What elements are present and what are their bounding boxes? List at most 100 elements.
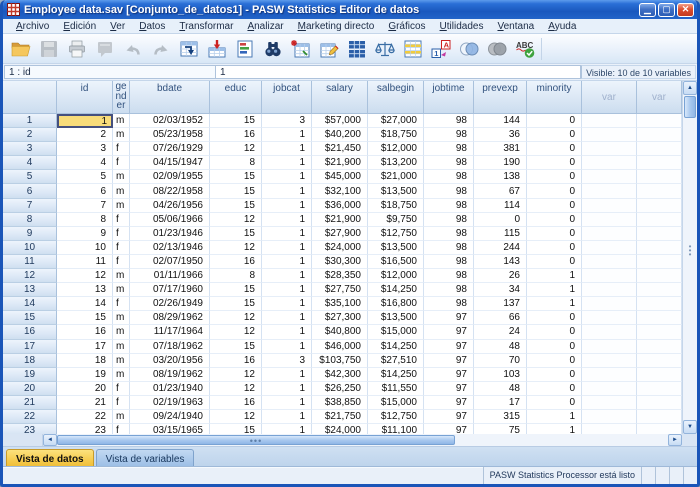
cell-r2-bdate[interactable]: 05/23/1958 (130, 128, 210, 142)
column-header-var1[interactable]: var (582, 81, 637, 114)
cell-r20-prevexp[interactable]: 48 (474, 382, 527, 396)
cell-r7-minority[interactable]: 0 (527, 199, 582, 213)
cell-r7-educ[interactable]: 15 (210, 199, 262, 213)
column-header-salary[interactable]: salary (312, 81, 368, 114)
cell-r21-id[interactable]: 21 (57, 396, 113, 410)
cell-r4-var[interactable] (637, 156, 682, 170)
cell-r16-id[interactable]: 16 (57, 325, 113, 339)
cell-r23-jobcat[interactable]: 1 (262, 424, 312, 434)
undo-button[interactable] (119, 36, 147, 62)
cell-r23-prevexp[interactable]: 75 (474, 424, 527, 434)
cell-r11-prevexp[interactable]: 143 (474, 255, 527, 269)
column-header-id[interactable]: id (57, 81, 113, 114)
cell-r11-gender[interactable]: f (113, 255, 130, 269)
column-header-prevexp[interactable]: prevexp (474, 81, 527, 114)
use-variable-sets-button[interactable] (455, 36, 483, 62)
cell-r16-salbegin[interactable]: $15,000 (368, 325, 424, 339)
cell-r14-salary[interactable]: $35,100 (312, 297, 368, 311)
cell-r5-salbegin[interactable]: $21,000 (368, 170, 424, 184)
cell-r19-prevexp[interactable]: 103 (474, 368, 527, 382)
cell-r16-prevexp[interactable]: 24 (474, 325, 527, 339)
scroll-up-icon[interactable]: ▲ (683, 81, 697, 95)
cell-r19-gender[interactable]: m (113, 368, 130, 382)
cell-r12-salbegin[interactable]: $12,000 (368, 269, 424, 283)
cell-r3-prevexp[interactable]: 381 (474, 142, 527, 156)
cell-r22-educ[interactable]: 12 (210, 410, 262, 424)
horizontal-scroll-thumb[interactable]: ••• (57, 435, 455, 445)
cell-r14-id[interactable]: 14 (57, 297, 113, 311)
redo-button[interactable] (147, 36, 175, 62)
cell-r7-jobtime[interactable]: 98 (424, 199, 474, 213)
row-header-20[interactable]: 20 (3, 382, 57, 396)
cell-r4-prevexp[interactable]: 190 (474, 156, 527, 170)
cell-r21-bdate[interactable]: 02/19/1963 (130, 396, 210, 410)
cell-r9-id[interactable]: 9 (57, 227, 113, 241)
cell-r21-jobtime[interactable]: 97 (424, 396, 474, 410)
cell-r5-jobcat[interactable]: 1 (262, 170, 312, 184)
cell-r23-minority[interactable]: 1 (527, 424, 582, 434)
cell-r12-prevexp[interactable]: 26 (474, 269, 527, 283)
cell-r5-minority[interactable]: 0 (527, 170, 582, 184)
cell-r10-minority[interactable]: 0 (527, 241, 582, 255)
cell-r18-jobcat[interactable]: 3 (262, 354, 312, 368)
cell-r11-minority[interactable]: 0 (527, 255, 582, 269)
close-button[interactable]: ✕ (677, 3, 694, 17)
row-header-6[interactable]: 6 (3, 184, 57, 198)
cell-r12-bdate[interactable]: 01/11/1966 (130, 269, 210, 283)
show-all-variables-button[interactable] (483, 36, 511, 62)
cell-r12-var[interactable] (582, 269, 637, 283)
cell-r4-salbegin[interactable]: $13,200 (368, 156, 424, 170)
cell-r1-jobtime[interactable]: 98 (424, 114, 474, 128)
cell-r15-prevexp[interactable]: 66 (474, 311, 527, 325)
cell-r10-prevexp[interactable]: 244 (474, 241, 527, 255)
cell-r4-gender[interactable]: f (113, 156, 130, 170)
variables-button[interactable] (231, 36, 259, 62)
cell-r9-educ[interactable]: 15 (210, 227, 262, 241)
cell-r12-educ[interactable]: 8 (210, 269, 262, 283)
scroll-left-icon[interactable]: ◄ (43, 434, 57, 446)
recall-dialogs-button[interactable] (91, 36, 119, 62)
cell-r19-id[interactable]: 19 (57, 368, 113, 382)
cell-r16-educ[interactable]: 12 (210, 325, 262, 339)
row-header-21[interactable]: 21 (3, 396, 57, 410)
cell-r3-var[interactable] (637, 142, 682, 156)
cell-r1-salbegin[interactable]: $27,000 (368, 114, 424, 128)
cell-r17-gender[interactable]: m (113, 340, 130, 354)
cell-r21-salary[interactable]: $38,850 (312, 396, 368, 410)
cell-r2-gender[interactable]: m (113, 128, 130, 142)
cell-r6-salary[interactable]: $32,100 (312, 184, 368, 198)
minimize-button[interactable]: ▁ (639, 3, 656, 17)
row-header-3[interactable]: 3 (3, 142, 57, 156)
selected-cell[interactable]: 1 (57, 114, 113, 128)
cell-r18-var[interactable] (582, 354, 637, 368)
cell-r21-prevexp[interactable]: 17 (474, 396, 527, 410)
cell-r9-prevexp[interactable]: 115 (474, 227, 527, 241)
cell-r2-var[interactable] (582, 128, 637, 142)
cell-r6-var[interactable] (582, 184, 637, 198)
cell-r23-salary[interactable]: $24,000 (312, 424, 368, 434)
cell-r20-minority[interactable]: 0 (527, 382, 582, 396)
print-button[interactable] (63, 36, 91, 62)
cell-r7-var[interactable] (582, 199, 637, 213)
value-labels-button[interactable]: A1 (427, 36, 455, 62)
cell-r3-jobcat[interactable]: 1 (262, 142, 312, 156)
row-header-5[interactable]: 5 (3, 170, 57, 184)
cell-r20-bdate[interactable]: 01/23/1940 (130, 382, 210, 396)
cell-r14-var[interactable] (582, 297, 637, 311)
cell-r11-salary[interactable]: $30,300 (312, 255, 368, 269)
cell-r20-id[interactable]: 20 (57, 382, 113, 396)
menu-analizar[interactable]: Analizar (240, 21, 290, 32)
cell-r4-jobcat[interactable]: 1 (262, 156, 312, 170)
column-header-minority[interactable]: minority (527, 81, 582, 114)
menu-datos[interactable]: Datos (132, 21, 172, 32)
cell-r14-jobcat[interactable]: 1 (262, 297, 312, 311)
cell-r13-salary[interactable]: $27,750 (312, 283, 368, 297)
cell-r14-gender[interactable]: f (113, 297, 130, 311)
split-file-button[interactable] (343, 36, 371, 62)
cell-r22-gender[interactable]: m (113, 410, 130, 424)
cell-r16-var[interactable] (582, 325, 637, 339)
cell-r9-var[interactable] (637, 227, 682, 241)
menu-marketing-directo[interactable]: Marketing directo (291, 21, 382, 32)
row-header-8[interactable]: 8 (3, 213, 57, 227)
cell-r22-var[interactable] (637, 410, 682, 424)
